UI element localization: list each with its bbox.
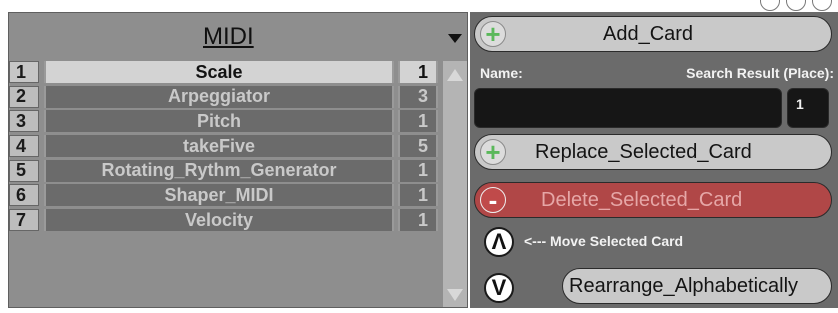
table-row[interactable]: 6 Shaper_MIDI 1	[9, 184, 441, 207]
search-result-field[interactable]: 1	[787, 88, 829, 128]
row-index: 5	[9, 159, 39, 182]
window-button-icon[interactable]	[812, 0, 832, 11]
row-name[interactable]: Arpeggiator	[44, 85, 394, 108]
list-scrollbar[interactable]	[443, 61, 467, 307]
row-name[interactable]: Rotating_Rythm_Generator	[44, 159, 394, 182]
row-name[interactable]: Velocity	[44, 209, 394, 232]
row-place[interactable]: 1	[398, 159, 438, 182]
name-label: Name:	[480, 65, 523, 81]
row-place[interactable]: 5	[398, 135, 438, 158]
minus-icon: -	[480, 187, 506, 213]
row-place[interactable]: 3	[398, 85, 438, 108]
replace-card-label: Replace_Selected_Card	[535, 140, 752, 163]
add-card-button[interactable]: + Add_Card	[474, 16, 832, 52]
window-button-icon[interactable]	[760, 0, 780, 11]
table-row[interactable]: 4 takeFive 5	[9, 135, 441, 158]
row-place[interactable]: 1	[398, 61, 438, 83]
table-row[interactable]: 5 Rotating_Rythm_Generator 1	[9, 159, 441, 182]
search-result-label: Search Result (Place):	[686, 65, 834, 81]
row-index: 2	[9, 85, 39, 108]
move-up-button[interactable]: Λ	[484, 227, 514, 257]
rearrange-label: Rearrange_Alphabetically	[569, 274, 799, 297]
card-list-panel: MIDI 1 Scale 1 2 Arpeggiator 3 3 Pitch 1…	[8, 12, 468, 308]
row-index: 4	[9, 135, 39, 158]
plus-icon: +	[480, 139, 506, 165]
row-name[interactable]: Pitch	[44, 110, 394, 133]
rearrange-button[interactable]: Rearrange_Alphabetically	[562, 268, 832, 304]
row-place[interactable]: 1	[398, 209, 438, 232]
delete-card-label: Delete_Selected_Card	[541, 188, 743, 211]
controls-panel: + Add_Card Name: Search Result (Place): …	[470, 12, 838, 308]
move-card-label: <--- Move Selected Card	[524, 233, 684, 249]
table-row[interactable]: 1 Scale 1	[9, 61, 441, 83]
row-index: 1	[9, 61, 39, 83]
row-index: 6	[9, 184, 39, 207]
scroll-down-icon[interactable]	[447, 289, 463, 301]
table-row[interactable]: 2 Arpeggiator 3	[9, 85, 441, 108]
search-result-value: 1	[796, 96, 804, 112]
replace-card-button[interactable]: + Replace_Selected_Card	[474, 134, 832, 170]
dropdown-triangle-icon[interactable]	[448, 34, 462, 43]
row-name[interactable]: takeFive	[44, 135, 394, 158]
row-name[interactable]: Scale	[44, 61, 394, 83]
list-header[interactable]: MIDI	[9, 13, 467, 61]
table-row[interactable]: 7 Velocity 1	[9, 209, 441, 232]
window-controls	[760, 0, 832, 11]
table-row[interactable]: 3 Pitch 1	[9, 110, 441, 133]
list-title: MIDI	[203, 23, 254, 50]
row-name[interactable]: Shaper_MIDI	[44, 184, 394, 207]
row-place[interactable]: 1	[398, 184, 438, 207]
scroll-up-icon[interactable]	[447, 69, 463, 81]
window-button-icon[interactable]	[786, 0, 806, 11]
delete-card-button[interactable]: - Delete_Selected_Card	[474, 182, 832, 218]
name-input[interactable]	[474, 88, 782, 128]
row-index: 7	[9, 209, 39, 232]
add-card-label: Add_Card	[603, 22, 694, 45]
row-place[interactable]: 1	[398, 110, 438, 133]
move-down-button[interactable]: V	[484, 273, 514, 303]
row-index: 3	[9, 110, 39, 133]
card-table: 1 Scale 1 2 Arpeggiator 3 3 Pitch 1 4 ta…	[9, 61, 441, 234]
plus-icon: +	[480, 21, 506, 47]
